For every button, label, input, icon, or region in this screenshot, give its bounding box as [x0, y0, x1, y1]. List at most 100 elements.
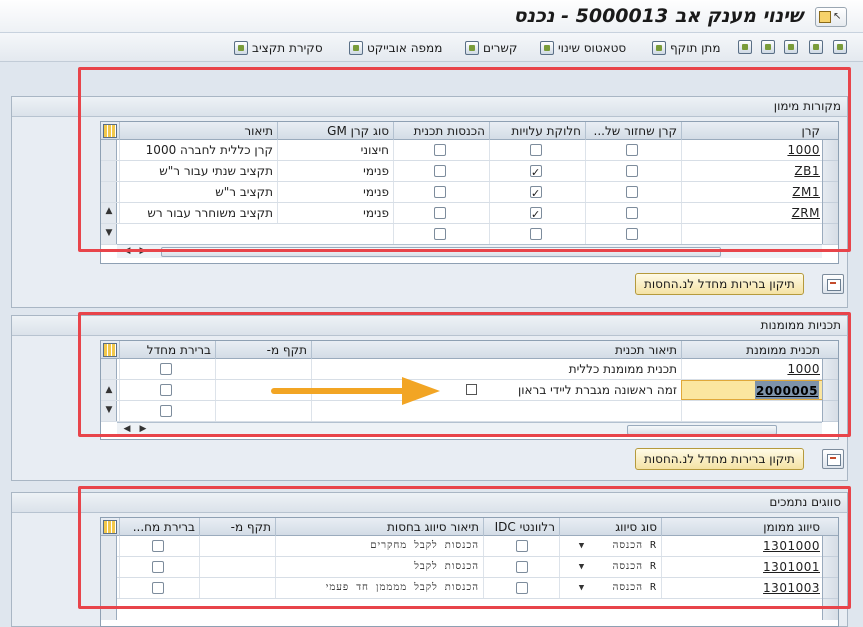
vertical-scrollbar[interactable] — [101, 536, 117, 620]
default-checkbox[interactable] — [160, 363, 172, 375]
row-selector[interactable] — [823, 536, 838, 557]
table-settings-icon[interactable] — [103, 520, 117, 534]
document-icon[interactable] — [738, 40, 752, 54]
default-checkbox[interactable] — [152, 540, 164, 552]
idc-checkbox[interactable] — [516, 582, 528, 594]
row-selector-column — [822, 536, 838, 620]
row-selector[interactable] — [823, 359, 838, 380]
program-cell[interactable] — [681, 401, 824, 421]
sponsored-class-cell[interactable]: 1301001 — [661, 557, 824, 577]
table-row[interactable]: תכנית ממומנת כללית 1000 — [101, 359, 838, 380]
value-help-icon[interactable] — [466, 384, 477, 395]
row-selector[interactable] — [823, 161, 838, 182]
recovery-checkbox[interactable] — [626, 207, 638, 219]
valid-from-cell[interactable] — [199, 578, 275, 598]
row-selector[interactable] — [823, 182, 838, 203]
table-row[interactable]: זמה ראשונה מגברת ליידי בראון 2000005 — [101, 380, 838, 401]
fund-cell[interactable] — [681, 224, 824, 244]
program-income-checkbox[interactable] — [434, 207, 446, 219]
table-row[interactable]: הכנסות לקבל ממממן חד פעמי R הכנסה ▼ 13010… — [101, 578, 838, 599]
program-income-checkbox[interactable] — [434, 165, 446, 177]
default-checkbox[interactable] — [152, 561, 164, 573]
table-export-icon[interactable] — [822, 274, 844, 294]
scroll-left-icon[interactable]: ◀ — [121, 423, 133, 435]
glasses-icon[interactable] — [761, 40, 775, 54]
new-icon[interactable] — [809, 40, 823, 54]
budget-overview-button[interactable]: סקירת תקציב — [234, 39, 323, 56]
class-type-cell[interactable]: R הכנסה ▼ — [559, 536, 661, 556]
table-row[interactable]: קרן כללית לחברה 1000 חיצוני 1000 — [101, 140, 838, 161]
table-row-empty[interactable] — [101, 224, 838, 245]
scroll-right-icon[interactable]: ▶ — [137, 245, 149, 257]
row-selector[interactable] — [823, 140, 838, 161]
cost-share-checkbox[interactable] — [530, 184, 542, 202]
recovery-checkbox[interactable] — [626, 165, 638, 177]
row-selector[interactable] — [823, 224, 838, 245]
row-selector[interactable] — [823, 380, 838, 401]
table-header: תיאור סוג קרן GM הכנסות תכנית חלוקת עלוי… — [101, 122, 838, 140]
relationships-button[interactable]: קשרים — [465, 39, 517, 56]
scrollbar-thumb[interactable] — [161, 247, 721, 257]
program-income-checkbox[interactable] — [434, 144, 446, 156]
fix-defaults-button[interactable]: תיקון ברירות מחדל לנ.החסות — [635, 273, 804, 295]
dropdown-icon[interactable]: ▼ — [576, 536, 588, 556]
class-type-cell[interactable]: R הכנסה ▼ — [559, 578, 661, 598]
cost-share-checkbox[interactable] — [530, 205, 542, 223]
display-icon[interactable] — [833, 40, 847, 54]
idc-checkbox[interactable] — [516, 540, 528, 552]
table-settings-icon[interactable] — [103, 124, 117, 138]
fund-cell[interactable]: ZB1 — [681, 161, 824, 181]
program-cell[interactable]: 1000 — [681, 359, 824, 379]
scroll-left-icon[interactable]: ◀ — [121, 245, 133, 257]
copy-icon[interactable] — [784, 40, 798, 54]
dropdown-icon[interactable]: ▼ — [576, 578, 588, 598]
cost-share-checkbox[interactable] — [530, 228, 542, 240]
table-row[interactable]: תקציב ר"ש פנימי ZM1 — [101, 182, 838, 203]
table-row[interactable]: הכנסות לקבל R הכנסה ▼ 1301001 — [101, 557, 838, 578]
fund-cell[interactable]: ZM1 — [681, 182, 824, 202]
scroll-right-icon[interactable]: ▶ — [137, 423, 149, 435]
default-cell — [119, 401, 215, 421]
idc-checkbox[interactable] — [516, 561, 528, 573]
class-type-cell[interactable]: R הכנסה ▼ — [559, 557, 661, 577]
table-row[interactable]: תקציב משוחרר עבור רש פנימי ZRM — [101, 203, 838, 224]
horizontal-scrollbar[interactable]: ◀ ▶ — [117, 244, 822, 258]
row-selector[interactable] — [823, 401, 838, 422]
sponsored-class-cell[interactable]: 1301003 — [661, 578, 824, 598]
default-checkbox[interactable] — [160, 405, 172, 417]
status-change-button[interactable]: סטאטוס שינוי — [540, 39, 626, 56]
program-income-checkbox[interactable] — [434, 186, 446, 198]
col-default: ברירת מח... — [119, 518, 199, 536]
scrollbar-thumb[interactable] — [627, 425, 777, 435]
validate-button[interactable]: מתן תוקף — [652, 39, 720, 56]
default-checkbox[interactable] — [160, 384, 172, 396]
program-income-checkbox[interactable] — [434, 228, 446, 240]
object-mapper-button[interactable]: ממפה אובייקט — [349, 39, 442, 56]
table-settings-icon[interactable] — [103, 343, 117, 357]
cost-share-checkbox[interactable] — [530, 144, 542, 156]
recovery-checkbox[interactable] — [626, 228, 638, 240]
table-row[interactable]: הכנסות לקבל מחקרים R הכנסה ▼ 1301000 — [101, 536, 838, 557]
valid-from-cell[interactable] — [199, 536, 275, 556]
funding-sources-title: מקורות מימון — [12, 97, 847, 117]
recovery-checkbox[interactable] — [626, 186, 638, 198]
valid-from-cell[interactable] — [199, 557, 275, 577]
row-selector[interactable] — [823, 203, 838, 224]
sponsored-class-cell[interactable]: 1301000 — [661, 536, 824, 556]
fund-cell[interactable]: 1000 — [681, 140, 824, 160]
program-cell-selected[interactable]: 2000005 — [681, 380, 824, 400]
row-selector[interactable] — [823, 557, 838, 578]
cost-share-checkbox[interactable] — [530, 163, 542, 181]
menu-button[interactable]: ↖ — [815, 7, 847, 27]
fund-cell[interactable]: ZRM — [681, 203, 824, 223]
recovery-checkbox[interactable] — [626, 144, 638, 156]
horizontal-scrollbar[interactable]: ◀ ▶ — [117, 422, 822, 436]
table-row-empty[interactable] — [101, 401, 838, 422]
cost-share-cell — [489, 182, 585, 202]
fix-defaults-button[interactable]: תיקון ברירות מחדל לנ.החסות — [635, 448, 804, 470]
row-selector[interactable] — [823, 578, 838, 599]
table-row[interactable]: תקציב שנתי עבור ר"ש פנימי ZB1 — [101, 161, 838, 182]
default-checkbox[interactable] — [152, 582, 164, 594]
dropdown-icon[interactable]: ▼ — [576, 557, 588, 577]
table-export-icon[interactable] — [822, 449, 844, 469]
